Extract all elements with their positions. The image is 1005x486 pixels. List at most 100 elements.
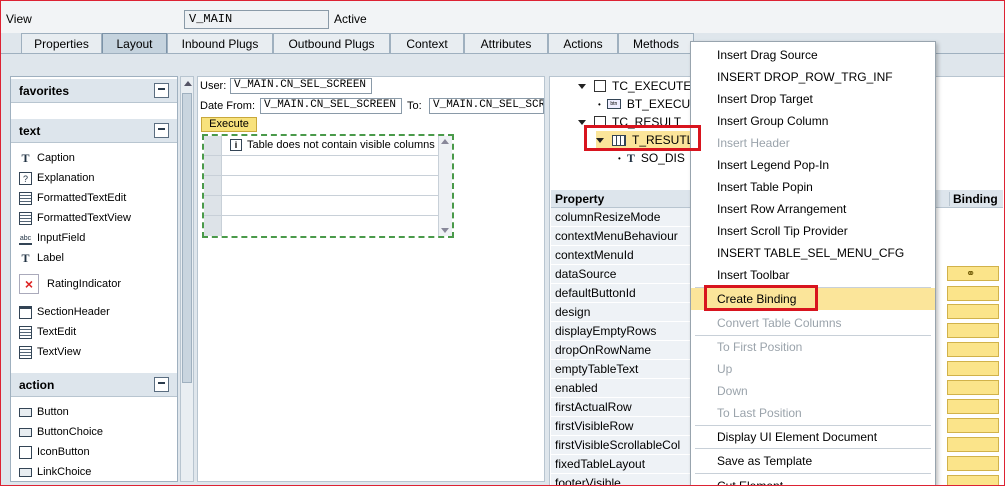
tree-item-label: TC_EXECUTE [612,79,692,93]
menu-item-insert-row-arrangement[interactable]: Insert Row Arrangement [691,198,935,220]
tree-item-bt-execu[interactable]: • btn BT_EXECU [598,95,690,113]
palette-item-input-field[interactable]: abc InputField [19,229,85,247]
menu-item-to-last-position: To Last Position [717,406,802,420]
property-row[interactable]: firstVisibleScrollableCol [551,436,691,455]
tab-context[interactable]: Context [390,33,464,53]
palette-item-button-choice[interactable]: ButtonChoice [19,423,103,441]
palette-item-text-edit[interactable]: TextEdit [19,323,76,341]
palette-item-label: TextView [37,346,81,358]
property-row[interactable]: contextMenuBehaviour [551,227,691,246]
tab-layout[interactable]: Layout [102,33,167,53]
palette-item-link-choice[interactable]: LinkChoice [19,463,91,481]
to-input[interactable]: V_MAIN.CN_SEL_SCR [429,98,544,114]
menu-item-insert-table-popin[interactable]: Insert Table Popin [691,176,935,198]
palette-item-label: ButtonChoice [37,426,104,438]
menu-item-save-as-template[interactable]: Save as Template [691,450,935,472]
property-row[interactable]: displayEmptyRows [551,322,691,341]
row-selector[interactable] [204,176,222,195]
highlight-box-tree-item [584,125,701,151]
property-row[interactable]: emptyTableText [551,360,691,379]
palette-item-section-header[interactable]: SectionHeader [19,303,110,321]
palette-item-explanation[interactable]: ? Explanation [19,169,95,187]
text-edit-icon [19,325,32,339]
user-input[interactable]: V_MAIN.CN_SEL_SCREEN [230,78,372,94]
palette-item-rating-indicator[interactable]: × RatingIndicator [19,271,121,297]
menu-item-insert-legend-pop-in[interactable]: Insert Legend Pop-In [691,154,935,176]
tab-outbound-plugs[interactable]: Outbound Plugs [273,33,390,53]
palette-item-icon-button[interactable]: IconButton [19,443,90,461]
expand-icon[interactable] [578,83,586,89]
menu-item-insert-group-column[interactable]: Insert Group Column [691,110,935,132]
binding-button[interactable]: ⚭ [947,266,999,281]
property-row[interactable]: dropOnRowName [551,341,691,360]
binding-button[interactable] [947,286,999,301]
palette-item-text-view[interactable]: TextView [19,343,81,361]
result-table-preview[interactable]: i Table does not contain visible columns [202,134,454,238]
menu-item-cut-element[interactable]: Cut Element [691,475,935,485]
section-header-action[interactable]: action [11,373,177,397]
palette-item-label: FormattedTextView [37,212,131,224]
formatted-text-view-icon [19,211,32,225]
row-selector[interactable] [204,196,222,215]
binding-button[interactable] [947,361,999,376]
date-from-label: Date From: [200,100,256,112]
execute-button[interactable]: Execute [201,117,257,132]
binding-button[interactable] [947,380,999,395]
palette-item-caption[interactable]: T Caption [19,149,74,167]
binding-button[interactable] [947,323,999,338]
tab-properties[interactable]: Properties [21,33,102,53]
menu-item-insert-table-sel-menu-cfg[interactable]: INSERT TABLE_SEL_MENU_CFG [691,242,935,264]
binding-icon: ⚭ [966,268,976,280]
binding-button[interactable] [947,304,999,319]
menu-item-insert-toolbar[interactable]: Insert Toolbar [691,264,935,286]
section-header-favorites[interactable]: favorites [11,79,177,103]
property-row[interactable]: fixedTableLayout [551,455,691,474]
binding-button[interactable] [947,437,999,452]
tab-attributes[interactable]: Attributes [464,33,548,53]
property-row[interactable]: design [551,303,691,322]
property-row[interactable]: firstActualRow [551,398,691,417]
expand-icon[interactable] [578,119,586,125]
collapse-icon[interactable] [154,83,169,98]
property-row[interactable]: footerVisible [551,474,691,486]
binding-button[interactable] [947,399,999,414]
menu-item-insert-scroll-tip-provider[interactable]: Insert Scroll Tip Provider [691,220,935,242]
row-selector[interactable] [204,156,222,175]
binding-button[interactable] [947,475,999,486]
menu-item-display-ui-element-document[interactable]: Display UI Element Document [691,426,935,448]
palette-item-label[interactable]: T Label [19,249,63,267]
menu-item-insert-drop-row-trg-inf[interactable]: INSERT DROP_ROW_TRG_INF [691,66,935,88]
collapse-icon[interactable] [154,377,169,392]
table-scrollbar[interactable] [438,136,452,236]
view-name-field[interactable]: V_MAIN [184,10,329,29]
row-selector[interactable] [204,216,222,236]
property-row[interactable]: firstVisibleRow [551,417,691,436]
tree-item-tc-execute[interactable]: TC_EXECUTE [578,77,691,95]
tab-actions[interactable]: Actions [548,33,618,53]
property-row[interactable]: columnResizeMode [551,208,691,227]
palette-item-formatted-text-view[interactable]: FormattedTextView [19,209,131,227]
property-row[interactable]: contextMenuId [551,246,691,265]
collapse-icon[interactable] [154,123,169,138]
tab-inbound-plugs[interactable]: Inbound Plugs [167,33,273,53]
menu-item-insert-drop-target[interactable]: Insert Drop Target [691,88,935,110]
date-from-input[interactable]: V_MAIN.CN_SEL_SCREEN [260,98,402,114]
property-row[interactable]: enabled [551,379,691,398]
palette-item-formatted-text-edit[interactable]: FormattedTextEdit [19,189,126,207]
scroll-down-icon[interactable] [441,228,449,233]
scroll-up-icon[interactable] [184,81,192,86]
palette-item-button[interactable]: Button [19,403,69,421]
section-header-text[interactable]: text [11,119,177,143]
scroll-thumb[interactable] [182,93,192,383]
binding-button[interactable] [947,456,999,471]
binding-button[interactable] [947,342,999,357]
scroll-up-icon[interactable] [441,139,449,144]
menu-item-insert-drag-source[interactable]: Insert Drag Source [691,44,935,66]
property-row[interactable]: dataSource [551,265,691,284]
caption-icon: T [626,150,635,165]
palette-scrollbar[interactable] [180,76,194,482]
tab-methods[interactable]: Methods [618,33,694,53]
property-row[interactable]: defaultButtonId [551,284,691,303]
tree-item-so-dis[interactable]: • T SO_DIS [618,149,685,167]
binding-button[interactable] [947,418,999,433]
